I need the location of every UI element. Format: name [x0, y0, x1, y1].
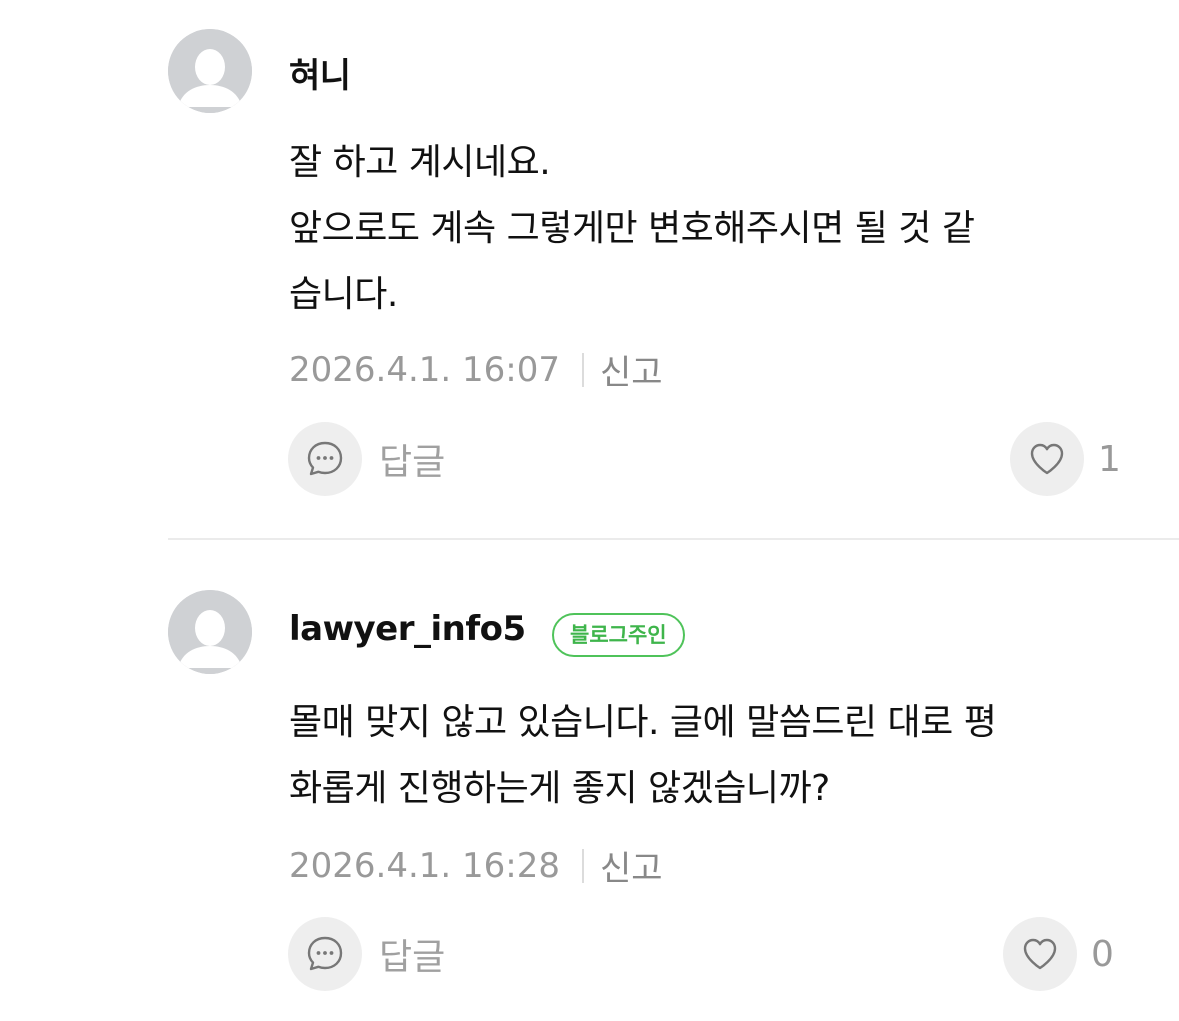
like-button[interactable]: 1	[1010, 422, 1121, 496]
reply-label: 답글	[379, 937, 446, 978]
like-count: 1	[1098, 438, 1121, 480]
comment-item: lawyer_info5 블로그주인 몰매 맞지 않고 있습니다. 글에 말씀드…	[0, 540, 1179, 1021]
meta-divider	[582, 848, 585, 883]
default-profile-icon	[168, 29, 252, 113]
default-profile-icon	[168, 590, 252, 674]
heart-outline-icon	[1030, 443, 1064, 475]
speech-bubble-icon	[307, 936, 343, 971]
blog-owner-badge: 블로그주인	[552, 613, 685, 657]
reply-icon-button[interactable]	[288, 917, 362, 991]
report-link[interactable]: 신고	[600, 841, 663, 890]
comment-body-line: 몰매 맞지 않고 있습니다. 글에 말씀드린 대로 평	[289, 702, 997, 743]
like-count: 0	[1091, 933, 1114, 975]
comment-body-line: 화롭게 진행하는게 좋지 않겠습니까?	[289, 768, 830, 809]
comment-item: 혀니 잘 하고 계시네요. 앞으로도 계속 그렇게만 변호해주시면 될 것 같 …	[0, 0, 1179, 538]
avatar[interactable]	[168, 590, 252, 674]
meta-divider	[582, 352, 585, 387]
report-link[interactable]: 신고	[600, 345, 663, 394]
like-icon-button[interactable]	[1010, 422, 1084, 496]
comment-author[interactable]: 혀니	[289, 48, 351, 97]
speech-bubble-icon	[307, 441, 343, 476]
comment-body-line: 습니다.	[289, 274, 398, 315]
comment-meta: 2026.4.1. 16:07 신고	[289, 345, 663, 394]
comment-timestamp: 2026.4.1. 16:07	[289, 349, 561, 390]
comment-timestamp: 2026.4.1. 16:28	[289, 845, 561, 886]
reply-label: 답글	[379, 442, 446, 483]
reply-button[interactable]: 답글	[288, 917, 445, 991]
comment-body-line: 앞으로도 계속 그렇게만 변호해주시면 될 것 같	[289, 208, 975, 249]
comment-body: 몰매 맞지 않고 있습니다. 글에 말씀드린 대로 평 화롭게 진행하는게 좋지…	[289, 690, 1129, 822]
comment-body-line: 잘 하고 계시네요.	[289, 142, 551, 183]
heart-outline-icon	[1023, 938, 1057, 970]
reply-icon-button[interactable]	[288, 422, 362, 496]
comment-author[interactable]: lawyer_info5	[289, 609, 526, 649]
avatar[interactable]	[168, 29, 252, 113]
like-icon-button[interactable]	[1003, 917, 1077, 991]
like-button[interactable]: 0	[1003, 917, 1114, 991]
reply-button[interactable]: 답글	[288, 422, 445, 496]
comment-meta: 2026.4.1. 16:28 신고	[289, 841, 663, 890]
comment-body: 잘 하고 계시네요. 앞으로도 계속 그렇게만 변호해주시면 될 것 같 습니다…	[289, 130, 1129, 328]
